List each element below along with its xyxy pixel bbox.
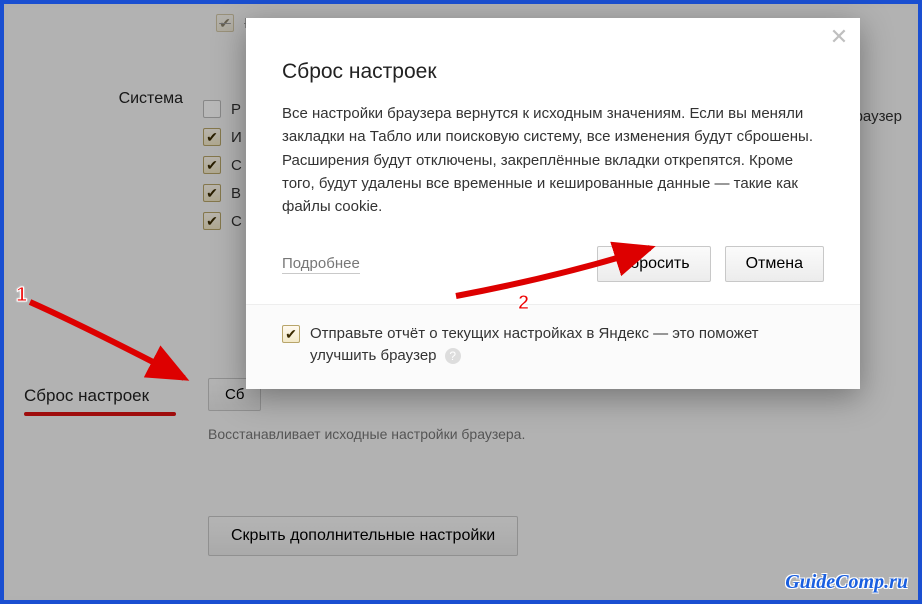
reset-settings-dialog: ✕ Сброс настроек Все настройки браузера … <box>246 18 860 389</box>
report-checkbox-label: Отправьте отчёт о текущих настройках в Я… <box>310 325 759 364</box>
annotation-number-1: 1 <box>16 284 27 307</box>
more-link[interactable]: Подробнее <box>282 255 360 274</box>
annotation-number-2: 2 <box>518 292 529 315</box>
cancel-button[interactable]: Отмена <box>725 246 824 282</box>
reset-confirm-button[interactable]: Сбросить <box>597 246 710 282</box>
watermark: GuideComp.ru <box>785 571 908 594</box>
report-checkbox[interactable]: ✔ <box>282 325 300 343</box>
dialog-title: Сброс настроек <box>282 60 824 84</box>
help-icon[interactable]: ? <box>445 348 461 364</box>
close-icon[interactable]: ✕ <box>828 26 850 48</box>
dialog-text: Все настройки браузера вернутся к исходн… <box>282 102 824 218</box>
